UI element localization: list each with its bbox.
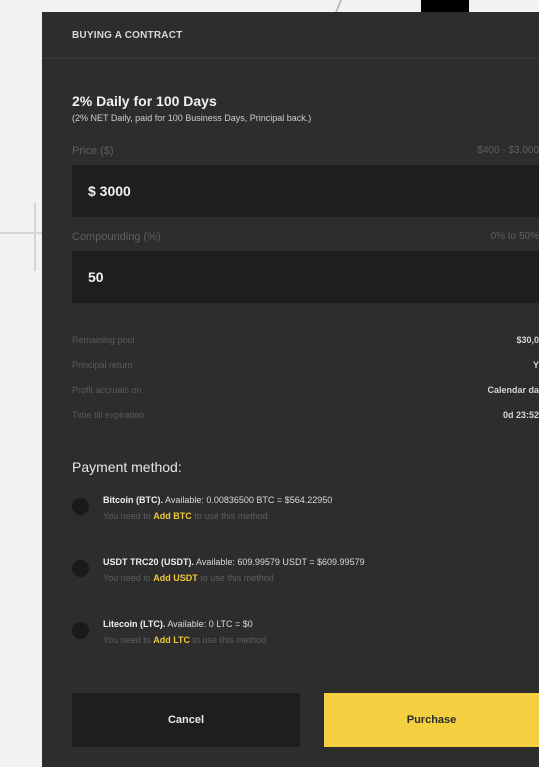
plan-subtitle: (2% NET Daily, paid for 100 Business Day… bbox=[72, 113, 312, 123]
payment-method-name: USDT TRC20 (USDT). bbox=[103, 557, 195, 567]
info-row-expiration: Time till expiration 0d 23:52 bbox=[42, 402, 539, 427]
info-value: 0d 23:52 bbox=[502, 409, 539, 420]
payment-method-note: You need to Add USDT to use this method bbox=[103, 573, 365, 583]
note-suffix: to use this method bbox=[194, 511, 268, 521]
note-prefix: You need to bbox=[103, 573, 151, 583]
payment-method-available: Available: 609.99579 USDT = $609.99579 bbox=[196, 557, 365, 567]
info-row-profit-accruals: Profit accruals on Calendar da bbox=[42, 377, 539, 402]
purchase-button[interactable]: Purchase bbox=[324, 693, 539, 747]
info-key: Remaining pool bbox=[72, 334, 135, 345]
radio-button[interactable] bbox=[72, 560, 89, 577]
payment-method-text: USDT TRC20 (USDT). Available: 609.99579 … bbox=[103, 557, 365, 607]
payment-method-text: Litecoin (LTC). Available: 0 LTC = $0 Yo… bbox=[103, 619, 266, 669]
add-btc-link[interactable]: Add BTC bbox=[153, 511, 192, 521]
payment-method-usdt[interactable]: USDT TRC20 (USDT). Available: 609.99579 … bbox=[42, 557, 539, 607]
payment-method-availability: USDT TRC20 (USDT). Available: 609.99579 … bbox=[103, 557, 365, 567]
compounding-label: Compounding (%) bbox=[72, 231, 161, 243]
payment-method-note: You need to Add BTC to use this method bbox=[103, 511, 332, 521]
price-input[interactable]: $ 3000 bbox=[72, 165, 539, 217]
info-value: Y bbox=[532, 359, 539, 370]
modal-header: BUYING A CONTRACT bbox=[42, 12, 539, 59]
add-usdt-link[interactable]: Add USDT bbox=[153, 573, 198, 583]
compounding-hint: 0% to 50% bbox=[490, 231, 539, 242]
price-label: Price ($) bbox=[72, 145, 114, 157]
note-suffix: to use this method bbox=[192, 635, 267, 645]
payment-method-title: Payment method: bbox=[72, 459, 182, 475]
payment-method-name: Bitcoin (BTC). bbox=[103, 495, 163, 505]
payment-method-name: Litecoin (LTC). bbox=[103, 619, 166, 629]
radio-button[interactable] bbox=[72, 498, 89, 515]
plan-title: 2% Daily for 100 Days bbox=[72, 93, 217, 109]
contract-info: Remaining pool $30,0 Principal return Y … bbox=[42, 327, 539, 427]
payment-method-ltc[interactable]: Litecoin (LTC). Available: 0 LTC = $0 Yo… bbox=[42, 619, 539, 669]
payment-method-availability: Litecoin (LTC). Available: 0 LTC = $0 bbox=[103, 619, 266, 629]
note-prefix: You need to bbox=[103, 635, 151, 645]
info-value: Calendar da bbox=[487, 384, 539, 395]
modal-title: BUYING A CONTRACT bbox=[72, 29, 183, 41]
info-row-remaining-pool: Remaining pool $30,0 bbox=[42, 327, 539, 352]
note-prefix: You need to bbox=[103, 511, 151, 521]
info-key: Profit accruals on bbox=[72, 384, 142, 395]
info-key: Time till expiration bbox=[72, 409, 145, 420]
payment-method-text: Bitcoin (BTC). Available: 0.00836500 BTC… bbox=[103, 495, 332, 545]
info-key: Principal return bbox=[72, 359, 133, 370]
radio-button[interactable] bbox=[72, 622, 89, 639]
payment-method-btc[interactable]: Bitcoin (BTC). Available: 0.00836500 BTC… bbox=[42, 495, 539, 545]
compounding-input[interactable]: 50 bbox=[72, 251, 539, 303]
background-cross-vertical bbox=[34, 203, 36, 271]
modal-footer: Cancel Purchase bbox=[72, 693, 539, 747]
add-ltc-link[interactable]: Add LTC bbox=[153, 635, 190, 645]
info-row-principal-return: Principal return Y bbox=[42, 352, 539, 377]
note-suffix: to use this method bbox=[200, 573, 274, 583]
info-value: $30,0 bbox=[516, 334, 539, 345]
price-label-row: Price ($) $400 - $3,000 bbox=[42, 145, 539, 157]
payment-method-available: Available: 0.00836500 BTC = $564.22950 bbox=[165, 495, 333, 505]
background-block bbox=[421, 0, 469, 12]
plan-info: 2% Daily for 100 Days (2% NET Daily, pai… bbox=[42, 59, 539, 123]
payment-method-available: Available: 0 LTC = $0 bbox=[167, 619, 253, 629]
payment-method-note: You need to Add LTC to use this method bbox=[103, 635, 266, 645]
price-hint: $400 - $3,000 bbox=[477, 145, 539, 156]
compounding-label-row: Compounding (%) 0% to 50% bbox=[42, 231, 539, 243]
buy-contract-modal: BUYING A CONTRACT 2% Daily for 100 Days … bbox=[42, 12, 539, 767]
payment-method-availability: Bitcoin (BTC). Available: 0.00836500 BTC… bbox=[103, 495, 332, 505]
cancel-button[interactable]: Cancel bbox=[72, 693, 300, 747]
